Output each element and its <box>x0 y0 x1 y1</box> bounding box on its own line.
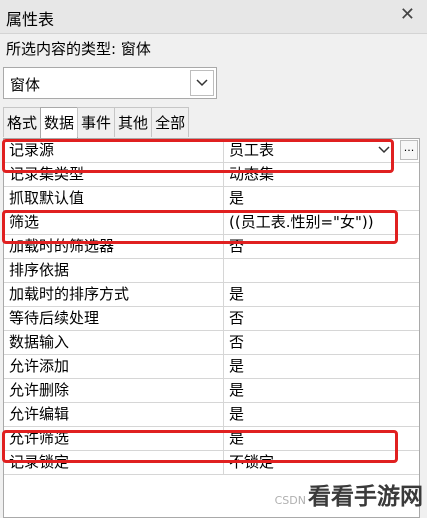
property-value[interactable]: 是 <box>226 355 401 378</box>
selection-type-label: 所选内容的类型: 窗体 <box>6 40 151 58</box>
window-title: 属性表 <box>6 10 55 29</box>
title-bar: 属性表 ✕ <box>0 0 427 34</box>
property-name: 允许删除 <box>4 379 224 402</box>
watermark-brand: 看看手游网 <box>308 484 423 510</box>
object-selector-value: 窗体 <box>10 76 41 94</box>
watermark: CSDN 看看手游网 <box>275 477 423 511</box>
property-row[interactable]: 加载时的排序方式 是 <box>4 283 419 307</box>
object-selector-combo[interactable]: 窗体 <box>3 67 217 99</box>
property-row[interactable]: 记录集类型 动态集 <box>4 163 419 187</box>
property-row[interactable]: 数据输入 否 <box>4 331 419 355</box>
property-name: 记录源 <box>4 139 224 162</box>
tab-other[interactable]: 其他 <box>114 107 153 137</box>
property-sheet: 记录源 员工表 ... 记录集类型 动态集 抓取默认值 是 筛选 ((员工表.性… <box>3 138 420 518</box>
property-row-record-source[interactable]: 记录源 员工表 ... <box>4 139 419 163</box>
close-icon[interactable]: ✕ <box>400 4 415 25</box>
property-row[interactable]: 允许删除 是 <box>4 379 419 403</box>
property-value[interactable]: 是 <box>226 283 401 306</box>
property-name: 记录集类型 <box>4 163 224 186</box>
property-row[interactable]: 等待后续处理 否 <box>4 307 419 331</box>
property-name: 允许编辑 <box>4 403 224 426</box>
property-value[interactable] <box>226 259 401 282</box>
property-value[interactable]: 否 <box>226 331 401 354</box>
property-value[interactable]: 否 <box>226 307 401 330</box>
tab-data[interactable]: 数据 <box>40 107 79 138</box>
property-value[interactable]: 是 <box>226 403 401 426</box>
tab-event[interactable]: 事件 <box>77 107 116 137</box>
property-value[interactable]: 不锁定 <box>226 451 401 474</box>
tab-strip: 格式 数据 事件 其他 全部 <box>3 107 190 138</box>
property-name: 筛选 <box>4 211 224 234</box>
property-name: 允许筛选 <box>4 427 224 450</box>
tab-format[interactable]: 格式 <box>3 107 42 137</box>
watermark-csdn: CSDN <box>274 494 306 507</box>
property-value[interactable]: ((员工表.性别="女")) <box>226 211 401 234</box>
property-name: 加载时的筛选器 <box>4 235 224 258</box>
property-name: 记录锁定 <box>4 451 224 474</box>
property-name: 抓取默认值 <box>4 187 224 210</box>
chevron-down-icon[interactable] <box>190 70 214 96</box>
property-value[interactable]: 否 <box>226 235 401 258</box>
property-name: 排序依据 <box>4 259 224 282</box>
tab-all[interactable]: 全部 <box>151 107 190 137</box>
property-value[interactable]: 动态集 <box>226 163 401 186</box>
chevron-down-icon[interactable] <box>374 140 394 160</box>
property-row[interactable]: 允许添加 是 <box>4 355 419 379</box>
property-name: 加载时的排序方式 <box>4 283 224 306</box>
property-row[interactable]: 记录锁定 不锁定 <box>4 451 419 475</box>
builder-button[interactable]: ... <box>400 140 418 160</box>
property-name: 允许添加 <box>4 355 224 378</box>
property-row-allow-filter[interactable]: 允许筛选 是 <box>4 427 419 451</box>
property-row[interactable]: 加载时的筛选器 否 <box>4 235 419 259</box>
property-value[interactable]: 是 <box>226 187 401 210</box>
property-row-filter[interactable]: 筛选 ((员工表.性别="女")) <box>4 211 419 235</box>
property-row[interactable]: 排序依据 <box>4 259 419 283</box>
property-name: 等待后续处理 <box>4 307 224 330</box>
property-value[interactable]: 是 <box>226 379 401 402</box>
property-name: 数据输入 <box>4 331 224 354</box>
property-row[interactable]: 抓取默认值 是 <box>4 187 419 211</box>
property-row[interactable]: 允许编辑 是 <box>4 403 419 427</box>
property-value[interactable]: 是 <box>226 427 401 450</box>
